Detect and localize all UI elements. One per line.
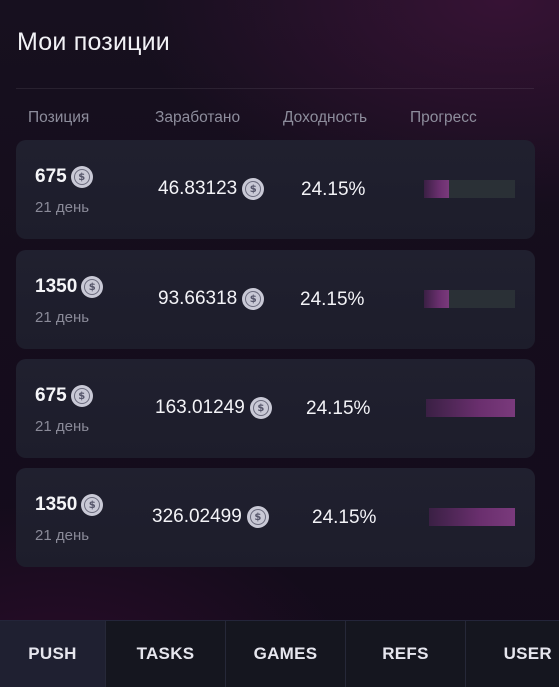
- position-duration: 21 день: [35, 527, 90, 544]
- usd-coin-icon: $: [242, 178, 265, 200]
- usd-coin-icon: $: [70, 385, 93, 407]
- position-amount: 1350 $: [35, 276, 104, 298]
- usd-coin-icon: $: [242, 288, 265, 310]
- position-yield: 24.15%: [312, 507, 377, 528]
- earned-value: 46.83123: [158, 178, 238, 199]
- usd-coin-icon: $: [81, 276, 104, 298]
- position-yield: 24.15%: [300, 289, 365, 310]
- progress-bar: [424, 290, 515, 308]
- earned-value: 326.02499: [152, 506, 242, 527]
- position-amount-value: 1350: [35, 494, 78, 515]
- position-amount: 675 $: [35, 166, 93, 188]
- position-amount-value: 675: [35, 385, 67, 406]
- position-card[interactable]: 1350 $ 21 день 326.02499 $ 24.15%: [16, 468, 535, 567]
- position-earned: 163.01249 $: [155, 397, 272, 419]
- nav-tab-tasks[interactable]: TASKS: [106, 621, 226, 687]
- nav-tab-user[interactable]: USER: [466, 621, 559, 687]
- position-duration: 21 день: [35, 418, 90, 435]
- progress-bar: [424, 180, 515, 198]
- table-header: Позиция Заработано Доходность Прогресс: [16, 88, 534, 130]
- progress-fill: [429, 508, 515, 526]
- header-earned: Заработано: [155, 109, 241, 126]
- nav-tab-push[interactable]: PUSH: [0, 621, 106, 687]
- header-yield: Доходность: [283, 109, 368, 126]
- position-amount: 1350 $: [35, 494, 104, 516]
- progress-bar: [426, 399, 515, 417]
- nav-tab-games[interactable]: GAMES: [226, 621, 346, 687]
- position-yield: 24.15%: [306, 398, 371, 419]
- position-amount-value: 675: [35, 166, 67, 187]
- position-earned: 46.83123 $: [158, 178, 265, 200]
- usd-coin-icon: $: [70, 166, 93, 188]
- nav-tab-refs[interactable]: REFS: [346, 621, 466, 687]
- header-progress: Прогресс: [410, 109, 477, 126]
- earned-value: 163.01249: [155, 397, 245, 418]
- position-card[interactable]: 675 $ 21 день 163.01249 $ 24.15%: [16, 359, 535, 458]
- bottom-nav: PUSH TASKS GAMES REFS USER: [0, 620, 559, 687]
- progress-fill: [424, 180, 449, 198]
- position-yield: 24.15%: [301, 179, 366, 200]
- position-earned: 326.02499 $: [152, 506, 269, 528]
- page-title: Мои позиции: [17, 28, 170, 56]
- usd-coin-icon: $: [246, 506, 269, 528]
- progress-fill: [424, 290, 449, 308]
- position-earned: 93.66318 $: [158, 288, 265, 310]
- usd-coin-icon: $: [81, 494, 104, 516]
- earned-value: 93.66318: [158, 288, 238, 309]
- position-duration: 21 день: [35, 309, 90, 326]
- position-amount-value: 1350: [35, 276, 78, 297]
- progress-bar: [429, 508, 515, 526]
- progress-fill: [426, 399, 515, 417]
- position-duration: 21 день: [35, 199, 90, 216]
- position-card[interactable]: 675 $ 21 день 46.83123 $ 24.15%: [16, 140, 535, 239]
- position-amount: 675 $: [35, 385, 93, 407]
- usd-coin-icon: $: [249, 397, 272, 419]
- position-card[interactable]: 1350 $ 21 день 93.66318 $ 24.15%: [16, 250, 535, 349]
- header-position: Позиция: [28, 109, 90, 126]
